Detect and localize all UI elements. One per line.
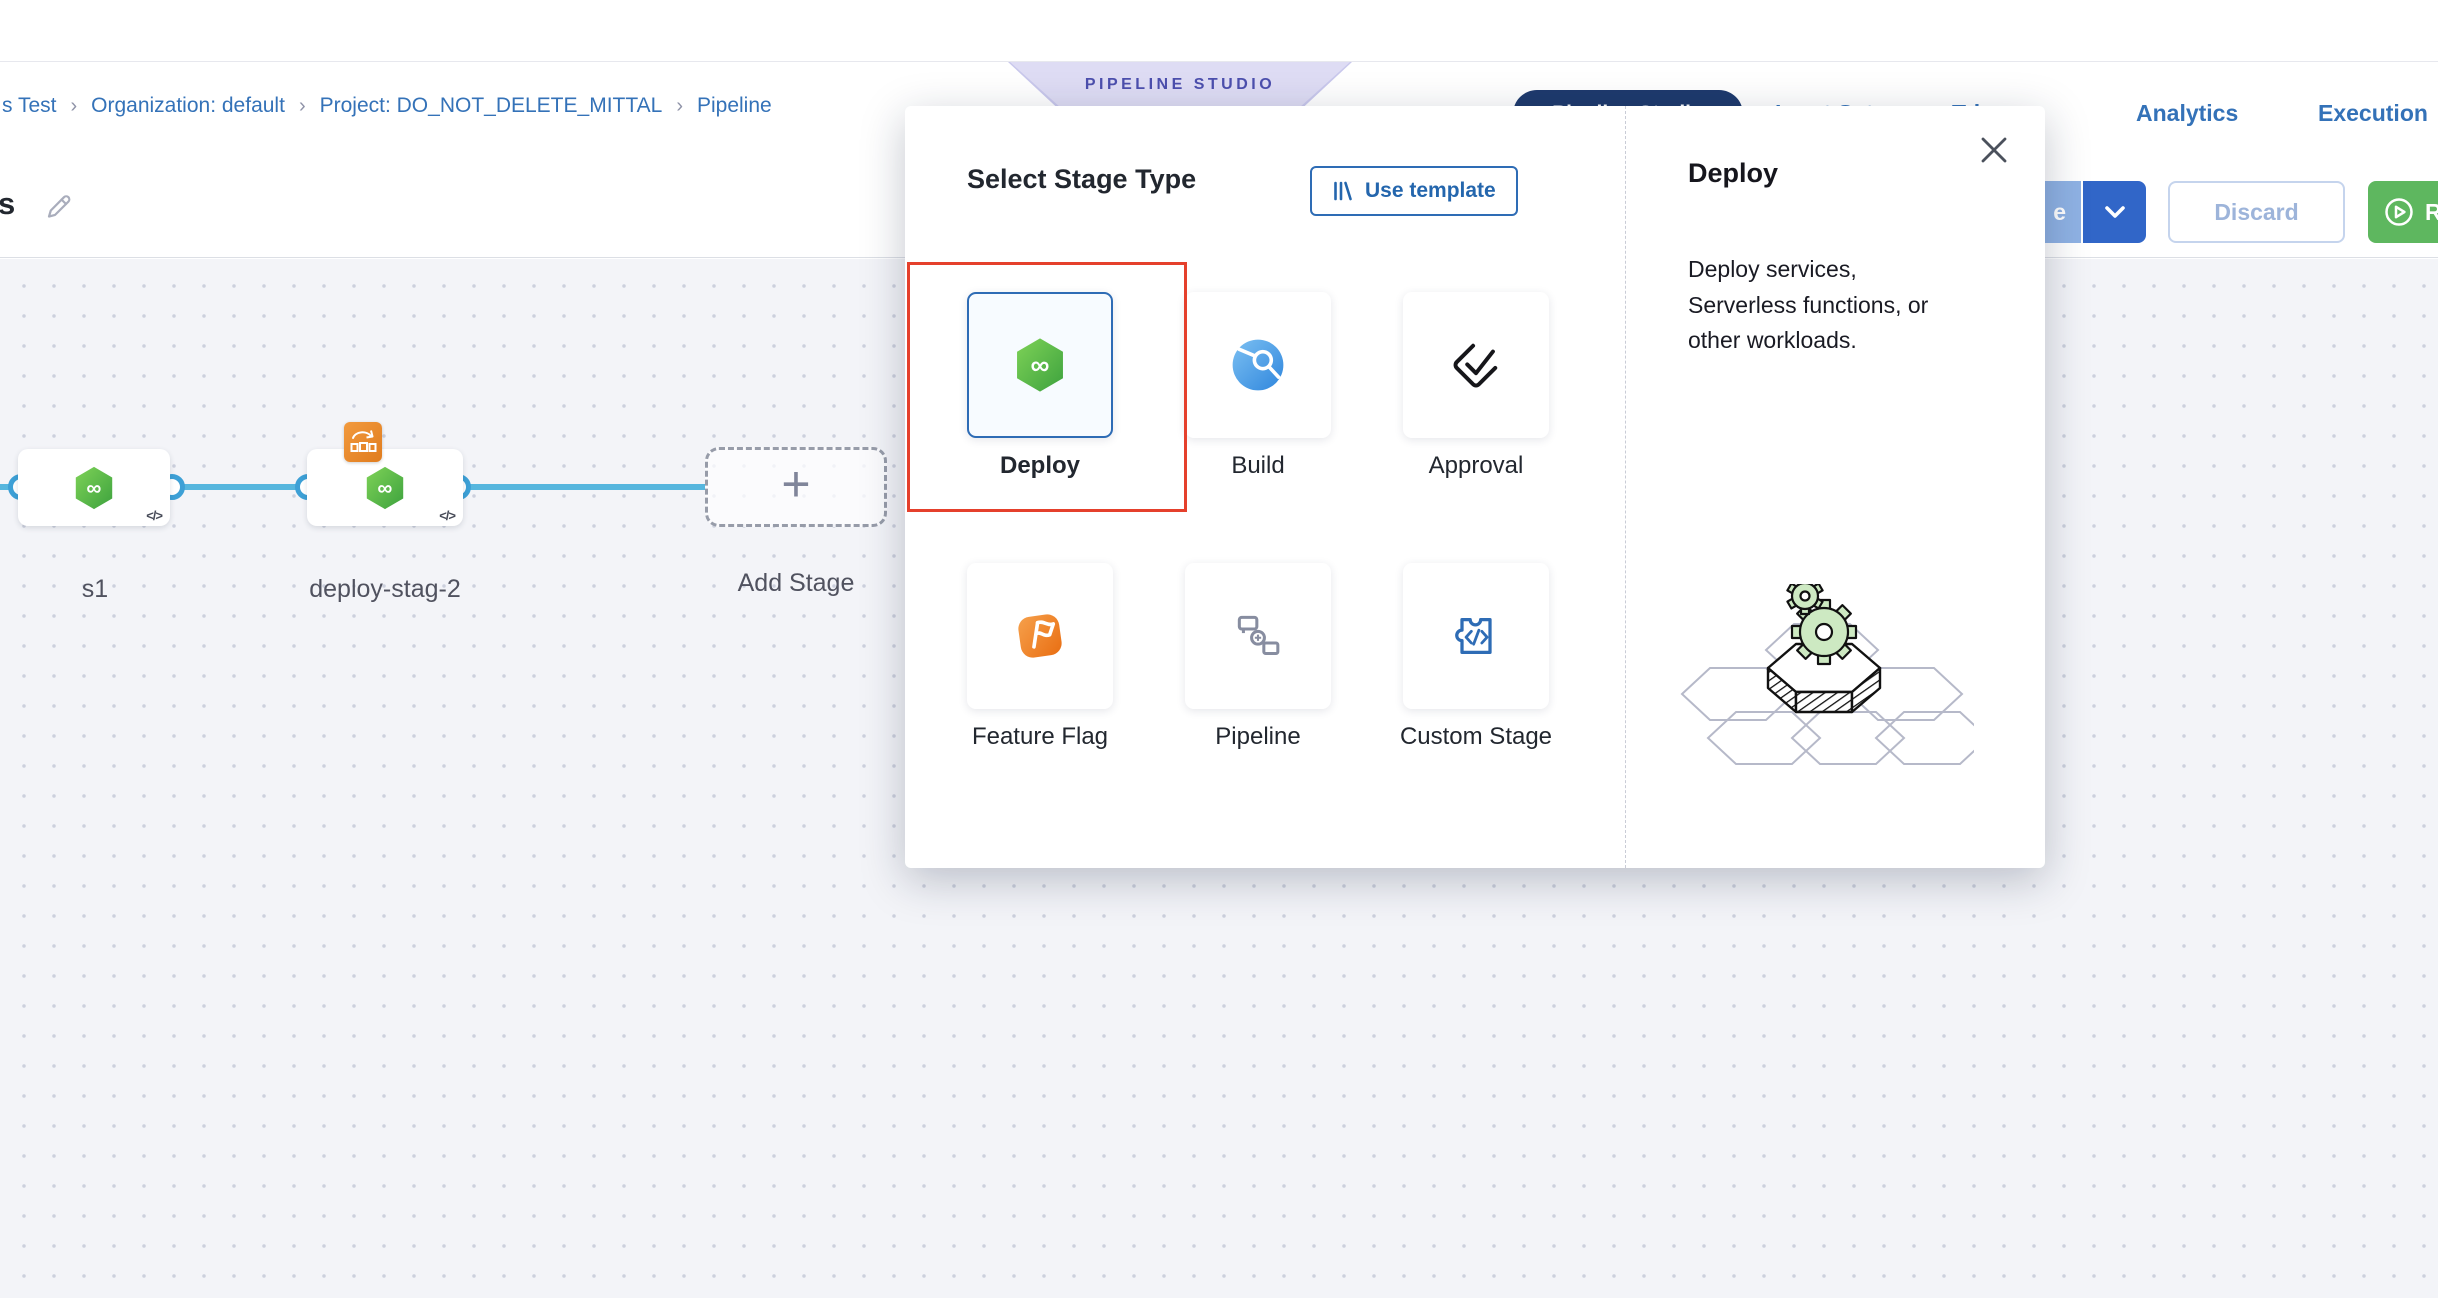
tab-analytics[interactable]: Analytics: [2136, 100, 2238, 127]
pipeline-studio-badge: PIPELINE STUDIO: [1008, 62, 1352, 110]
stage-detail-title: Deploy: [1688, 158, 1778, 189]
cd-hexagon-icon: [1011, 336, 1069, 394]
connector-line: [458, 484, 705, 490]
stage-type-build[interactable]: [1185, 292, 1331, 438]
breadcrumb-separator: ›: [70, 95, 77, 118]
breadcrumb-account[interactable]: s Test: [2, 94, 56, 118]
connector-line: [172, 484, 308, 490]
stage-type-pipeline[interactable]: [1185, 563, 1331, 709]
breadcrumb-project[interactable]: Project: DO_NOT_DELETE_MITTAL: [320, 94, 663, 118]
pipeline-chain-icon: [1230, 608, 1286, 664]
breadcrumb-pipelines[interactable]: Pipeline: [697, 94, 772, 118]
play-circle-icon: [2382, 195, 2416, 229]
custom-stage-icon: [1448, 608, 1504, 664]
edit-pipeline-name-button[interactable]: [42, 190, 74, 222]
deploy-illustration: [1674, 584, 1974, 774]
use-template-button[interactable]: Use template: [1310, 166, 1518, 216]
yaml-code-indicator: </>: [439, 508, 455, 523]
stage-type-label: Build: [1173, 450, 1343, 482]
breadcrumb-separator: ›: [299, 95, 306, 118]
run-button[interactable]: R: [2368, 181, 2438, 243]
use-template-label: Use template: [1365, 179, 1496, 203]
stage-type-panel: Select Stage Type Use template: [905, 106, 1625, 868]
stage-type-label: Custom Stage: [1391, 721, 1561, 753]
breadcrumb-separator: ›: [676, 95, 683, 118]
stage-detail-panel: Deploy Deploy services, Serverless funct…: [1625, 106, 2045, 868]
stage-type-label: Deploy: [955, 450, 1125, 482]
save-options-button[interactable]: [2083, 181, 2146, 243]
stage-name-label: s1: [30, 575, 160, 604]
stage-type-label: Approval: [1391, 450, 1561, 482]
breadcrumb-organization[interactable]: Organization: default: [91, 94, 285, 118]
yaml-code-indicator: </>: [146, 508, 162, 523]
stage-detail-description: Deploy services, Serverless functions, o…: [1688, 252, 1966, 359]
select-stage-type-modal: Select Stage Type Use template: [905, 106, 2045, 868]
feature-flag-icon: [1011, 607, 1069, 665]
stage-type-feature-flag[interactable]: [967, 563, 1113, 709]
tab-executions[interactable]: Execution: [2318, 100, 2428, 127]
pipeline-studio-page: s Test › Organization: default › Project…: [0, 0, 2438, 1298]
add-stage-button[interactable]: +: [705, 447, 887, 527]
cd-hexagon-icon: [362, 465, 408, 511]
stage-card-deploy-stag-2[interactable]: </>: [307, 449, 463, 526]
stage-card-s1[interactable]: </>: [18, 449, 170, 526]
stage-type-approval[interactable]: [1403, 292, 1549, 438]
stage-type-custom[interactable]: [1403, 563, 1549, 709]
stage-type-label: Feature Flag: [955, 721, 1125, 753]
breadcrumb: s Test › Organization: default › Project…: [2, 94, 772, 118]
ci-build-icon: [1229, 336, 1287, 394]
pipeline-name-fragment: s: [0, 186, 15, 222]
pencil-icon: [42, 190, 74, 222]
rollout-strategy-badge: [344, 422, 382, 462]
discard-button[interactable]: Discard: [2168, 181, 2345, 243]
close-modal-button[interactable]: [1978, 134, 2010, 166]
approval-icon: [1448, 337, 1504, 393]
top-strip: [0, 0, 2438, 62]
run-button-label: R: [2425, 199, 2438, 226]
stage-name-label: deploy-stag-2: [295, 575, 475, 604]
close-icon: [1978, 134, 2010, 166]
modal-title: Select Stage Type: [967, 164, 1196, 195]
plus-icon: +: [781, 459, 810, 509]
stage-type-deploy[interactable]: [967, 292, 1113, 438]
rollout-strategy-icon: [348, 426, 378, 458]
stage-type-label: Pipeline: [1173, 721, 1343, 753]
add-stage-label: Add Stage: [706, 569, 886, 598]
chevron-down-icon: [2104, 205, 2126, 219]
cd-hexagon-icon: [71, 465, 117, 511]
template-library-icon: [1332, 180, 1354, 202]
